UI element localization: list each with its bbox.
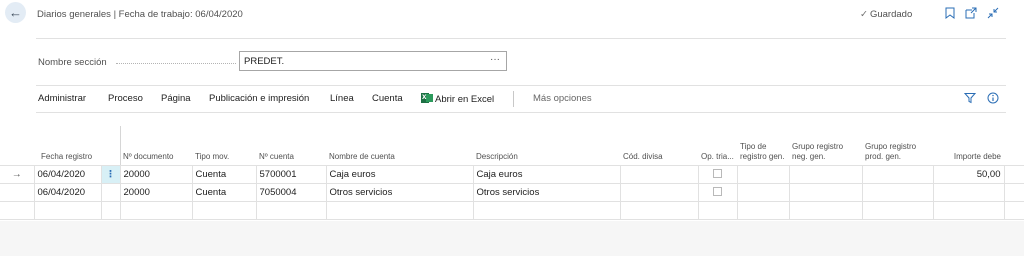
cell-fecha[interactable]: 06/04/2020 — [33, 182, 101, 201]
table-row-new[interactable] — [0, 200, 1024, 220]
check-icon: ✓ — [860, 9, 868, 20]
actionbar-bottom-divider — [36, 112, 1006, 113]
cell-divisa[interactable] — [619, 164, 698, 183]
header-descripcion[interactable]: Descripción — [473, 141, 620, 165]
collapse-icon[interactable] — [985, 5, 1001, 21]
table-row[interactable]: → 06/04/2020 ⋮ 20000 Cuenta 5700001 Caja… — [0, 164, 1024, 183]
cell-tipo-registro[interactable] — [736, 182, 789, 201]
cell-grupo-prod[interactable] — [861, 164, 933, 183]
cell-documento[interactable]: 20000 — [119, 164, 192, 183]
action-proceso[interactable]: Proceso — [108, 93, 143, 104]
cell-tipo-registro[interactable] — [736, 164, 789, 183]
more-options-button[interactable]: Más opciones — [533, 93, 592, 104]
header-fecha-registro[interactable]: Fecha registro — [34, 141, 101, 165]
row-actions-menu-icon[interactable]: ⋮ — [100, 164, 120, 183]
cell-tipo-registro[interactable] — [736, 200, 789, 220]
cell-importe-debe[interactable] — [932, 200, 1004, 220]
header-op-triangular[interactable]: Op. tria... — [698, 141, 737, 165]
journal-lines-table: Fecha registro Nº documento Tipo mov. Nº… — [0, 141, 1024, 220]
cell-cuenta[interactable] — [255, 200, 326, 220]
cell-descripcion[interactable]: Otros servicios — [472, 182, 620, 201]
action-linea[interactable]: Línea — [330, 93, 354, 104]
cell-nombre-cuenta[interactable]: Otros servicios — [325, 182, 473, 201]
cell-documento[interactable]: 20000 — [119, 182, 192, 201]
header-menu — [101, 141, 120, 165]
field-leader-dots — [116, 63, 236, 64]
op-triangular-checkbox[interactable] — [713, 186, 722, 196]
header-indicator — [0, 141, 34, 165]
header-tipo-registro[interactable]: Tipo de registro gen. — [737, 141, 789, 165]
cell-overflow — [1003, 164, 1024, 183]
cell-importe-debe[interactable]: 50,00 — [932, 164, 1004, 183]
actionbar-separator — [513, 91, 514, 107]
row-actions-slot — [100, 182, 120, 201]
cell-op-triangular[interactable] — [697, 182, 737, 201]
action-bar: Administrar Proceso Página Publicación e… — [0, 86, 1024, 112]
op-triangular-checkbox[interactable] — [713, 168, 722, 178]
excel-icon: x — [421, 92, 433, 103]
header-grupo-neg[interactable]: Grupo registro neg. gen. — [789, 141, 862, 165]
arrow-left-icon: ← — [9, 5, 22, 20]
cell-tipo-mov[interactable] — [191, 200, 256, 220]
page-header: ← Diarios generales | Fecha de trabajo: … — [0, 0, 1024, 30]
section-name-value: PREDET. — [244, 56, 285, 67]
open-excel-button[interactable]: x Abrir en Excel — [421, 92, 495, 105]
cell-divisa[interactable] — [619, 182, 698, 201]
bookmark-icon[interactable] — [942, 5, 958, 21]
cell-divisa[interactable] — [619, 200, 698, 220]
cell-importe-debe[interactable] — [932, 182, 1004, 201]
cell-tipo-mov[interactable]: Cuenta — [191, 182, 256, 201]
cell-grupo-neg[interactable] — [788, 164, 862, 183]
header-cuenta[interactable]: Nº cuenta — [256, 141, 326, 165]
info-icon[interactable] — [986, 91, 1000, 105]
header-overflow — [1004, 141, 1024, 165]
cell-grupo-prod[interactable] — [861, 200, 933, 220]
header-documento[interactable]: Nº documento — [120, 141, 192, 165]
cell-grupo-neg[interactable] — [788, 182, 862, 201]
cell-overflow — [1003, 200, 1024, 220]
section-name-label: Nombre sección — [38, 57, 107, 68]
header-tipo-mov[interactable]: Tipo mov. — [192, 141, 256, 165]
cell-nombre-cuenta[interactable]: Caja euros — [325, 164, 473, 183]
empty-area — [0, 221, 1024, 256]
header-grupo-prod[interactable]: Grupo registro prod. gen. — [862, 141, 933, 165]
saved-status: ✓ Guardado — [860, 9, 912, 20]
back-button[interactable]: ← — [5, 2, 26, 23]
saved-status-label: Guardado — [869, 9, 913, 20]
open-new-window-icon[interactable] — [963, 5, 979, 21]
row-indicator-arrow-icon: → — [0, 164, 34, 183]
cell-tipo-mov[interactable]: Cuenta — [191, 164, 256, 183]
open-excel-label: Abrir en Excel — [435, 94, 495, 105]
action-cuenta[interactable]: Cuenta — [372, 93, 403, 104]
cell-cuenta[interactable]: 5700001 — [255, 164, 326, 183]
cell-fecha[interactable]: 06/04/2020 — [33, 164, 101, 183]
page-title: Diarios generales | Fecha de trabajo: 06… — [37, 9, 243, 20]
row-indicator — [0, 182, 34, 201]
cell-op-triangular[interactable] — [697, 200, 737, 220]
cell-nombre-cuenta[interactable] — [325, 200, 473, 220]
row-actions-slot — [100, 200, 120, 220]
header-divider — [36, 38, 1006, 39]
header-divisa[interactable]: Cód. divisa — [620, 141, 698, 165]
row-indicator — [0, 200, 34, 220]
cell-overflow — [1003, 182, 1024, 201]
cell-op-triangular[interactable] — [697, 164, 737, 183]
cell-descripcion[interactable] — [472, 200, 620, 220]
cell-fecha[interactable] — [33, 200, 101, 220]
cell-grupo-prod[interactable] — [861, 182, 933, 201]
section-name-field[interactable]: PREDET. ··· — [239, 51, 507, 71]
lookup-more-button[interactable]: ··· — [490, 54, 500, 65]
filter-icon[interactable] — [963, 91, 977, 105]
header-importe-debe[interactable]: Importe debe — [933, 141, 1004, 165]
action-publicacion-impresion[interactable]: Publicación e impresión — [209, 93, 309, 104]
cell-cuenta[interactable]: 7050004 — [255, 182, 326, 201]
cell-descripcion[interactable]: Caja euros — [472, 164, 620, 183]
header-nombre-cuenta[interactable]: Nombre de cuenta — [326, 141, 473, 165]
action-pagina[interactable]: Página — [161, 93, 191, 104]
cell-grupo-neg[interactable] — [788, 200, 862, 220]
table-header-row: Fecha registro Nº documento Tipo mov. Nº… — [0, 141, 1024, 165]
action-administrar[interactable]: Administrar — [38, 93, 86, 104]
table-row[interactable]: 06/04/2020 20000 Cuenta 7050004 Otros se… — [0, 182, 1024, 201]
cell-documento[interactable] — [119, 200, 192, 220]
